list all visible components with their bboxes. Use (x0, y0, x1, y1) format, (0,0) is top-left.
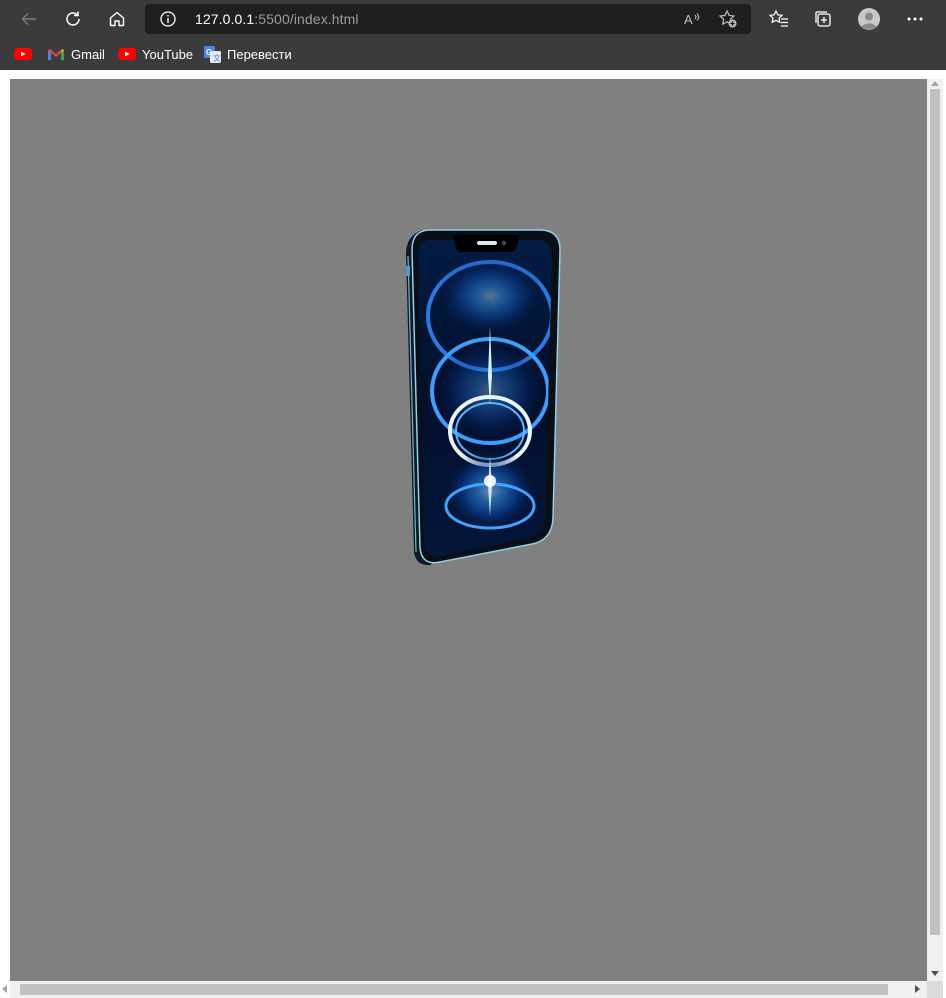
address-bar[interactable]: 127.0.0.1:5500/index.html A (145, 4, 751, 34)
favorites-icon (769, 9, 788, 27)
svg-text:A: A (684, 12, 693, 27)
add-favorite-icon (718, 9, 737, 28)
refresh-icon (66, 11, 80, 26)
refresh-button[interactable] (58, 4, 88, 34)
scrollbar-corner (927, 981, 943, 998)
smartphone-model[interactable] (400, 226, 565, 571)
info-icon (160, 11, 176, 27)
scroll-down-arrow-icon[interactable] (931, 971, 939, 976)
bookmark-translate[interactable]: G 文 Перевести (204, 44, 292, 64)
bookmark-label: Перевести (227, 46, 292, 62)
bookmark-gmail[interactable]: Gmail (47, 44, 105, 64)
svg-text:G: G (206, 48, 212, 57)
site-info-button[interactable] (159, 10, 177, 33)
add-favorite-button[interactable] (718, 9, 738, 34)
bookmark-label: Gmail (71, 46, 105, 62)
back-button[interactable] (14, 4, 44, 34)
translate-icon: G 文 (204, 45, 221, 63)
url-host: 127.0.0.1 (195, 11, 255, 27)
home-icon (109, 11, 125, 27)
bookmark-youtube-unnamed[interactable] (14, 44, 38, 64)
horizontal-scroll-thumb[interactable] (20, 984, 888, 995)
gmail-icon (47, 47, 65, 61)
profile-button[interactable] (854, 4, 884, 34)
svg-text:文: 文 (213, 53, 221, 63)
scroll-up-arrow-icon[interactable] (931, 81, 939, 86)
collections-icon (815, 11, 831, 27)
scroll-left-arrow-icon[interactable] (2, 985, 7, 993)
bookmark-label: YouTube (142, 46, 194, 62)
read-aloud-button[interactable]: A (683, 9, 703, 34)
home-button[interactable] (102, 4, 132, 34)
youtube-icon (14, 47, 32, 61)
bookmark-youtube[interactable]: YouTube (118, 44, 193, 64)
back-icon (21, 12, 36, 26)
more-icon (907, 17, 923, 21)
bookmarks-bar: Gmail YouTube G 文 Перевести (0, 38, 946, 70)
profile-icon (858, 8, 880, 30)
read-aloud-icon: A (684, 12, 700, 27)
vertical-scrollbar[interactable] (927, 79, 943, 981)
url-path: :5500/index.html (254, 11, 359, 27)
url-text[interactable]: 127.0.0.1:5500/index.html (195, 4, 359, 34)
scroll-right-arrow-icon[interactable] (915, 985, 920, 993)
more-button[interactable] (900, 4, 930, 34)
vertical-scroll-thumb[interactable] (930, 89, 940, 935)
collections-button[interactable] (808, 4, 838, 34)
favorites-button[interactable] (764, 4, 794, 34)
youtube-icon (118, 47, 136, 61)
horizontal-scrollbar[interactable] (2, 981, 927, 998)
browser-toolbar: 127.0.0.1:5500/index.html A (0, 0, 946, 38)
